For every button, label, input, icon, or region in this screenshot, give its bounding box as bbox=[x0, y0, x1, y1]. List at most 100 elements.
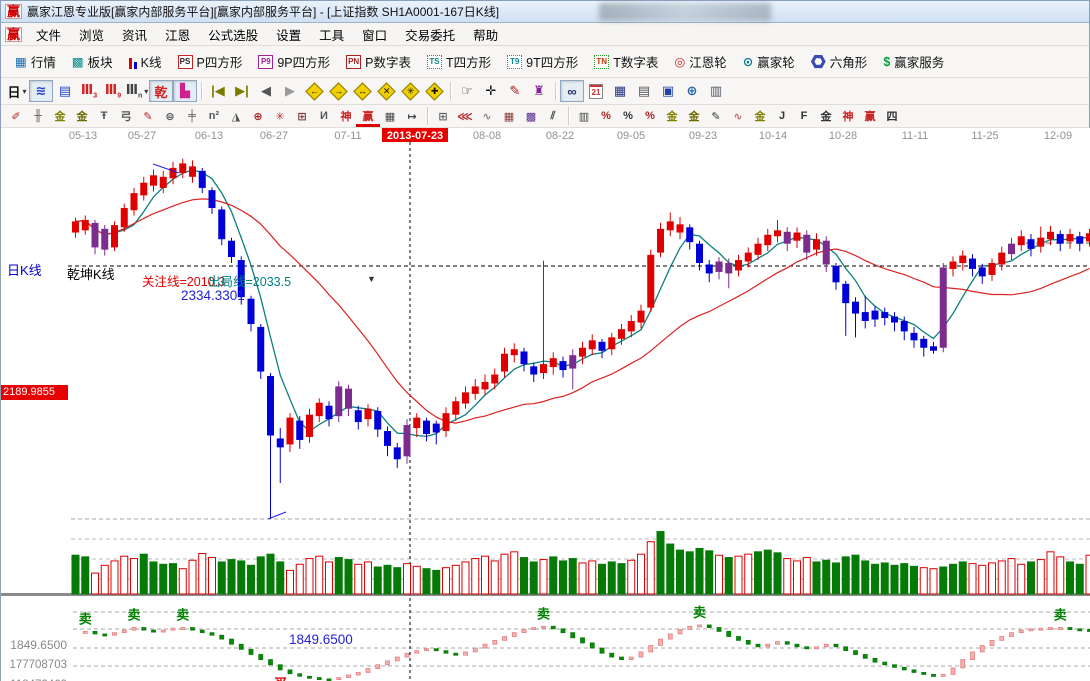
nav-btn-gann-arrow-left[interactable]: ← bbox=[302, 80, 326, 102]
draw-btn-circle-hatch[interactable]: ⊜ bbox=[159, 107, 181, 126]
nav-btn-crosshair-tool[interactable]: ✛ bbox=[479, 80, 503, 102]
nav-btn-gann-arrow-right[interactable]: → bbox=[326, 80, 350, 102]
draw-btn-grid-purple[interactable]: ▩ bbox=[520, 107, 542, 126]
market-btn-p-number[interactable]: PNP数字表 bbox=[338, 49, 419, 74]
market-btn-quotes[interactable]: ▦行情 bbox=[7, 49, 64, 74]
nav-btn-calculator[interactable]: ▦ bbox=[608, 80, 632, 102]
nav-btn-gann-plus[interactable]: ✚ bbox=[422, 80, 446, 102]
nav-btn-save[interactable]: ▣ bbox=[656, 80, 680, 102]
svg-text:10-28: 10-28 bbox=[829, 130, 857, 142]
draw-btn-measure-arrow[interactable]: ↦ bbox=[401, 107, 423, 126]
n-square-icon: n² bbox=[209, 110, 219, 122]
draw-btn-double-grid[interactable]: ╪ bbox=[181, 107, 203, 126]
menu-item-1[interactable]: 浏览 bbox=[70, 27, 113, 45]
nav-btn-gann-star[interactable]: ✳ bbox=[398, 80, 422, 102]
nav-btn-annotate-tool[interactable]: ✎ bbox=[503, 80, 527, 102]
draw-btn-gann-web[interactable]: ✳ bbox=[269, 107, 291, 126]
draw-btn-ruler-123[interactable]: ▦ bbox=[379, 107, 401, 126]
market-btn-t-square[interactable]: TST四方形 bbox=[419, 49, 499, 74]
nav-btn-print[interactable]: ▥ bbox=[704, 80, 728, 102]
draw-btn-zigzag[interactable]: ∿ bbox=[476, 107, 498, 126]
draw-btn-n-square[interactable]: n² bbox=[203, 107, 225, 126]
draw-btn-pencil-red[interactable]: ✎ bbox=[137, 107, 159, 126]
nav-btn-first-page[interactable]: |◀ bbox=[206, 80, 230, 102]
nav-btn-period-day[interactable]: 日▾ bbox=[5, 80, 29, 102]
menu-item-9[interactable]: 帮助 bbox=[464, 27, 507, 45]
draw-btn-brush-red[interactable]: ✐ bbox=[5, 107, 27, 126]
nav-btn-binoculars-search[interactable]: ∞ bbox=[560, 80, 584, 102]
draw-btn-n-mark[interactable]: И bbox=[313, 107, 335, 126]
nav-btn-vol-profile[interactable]: ▙ bbox=[173, 80, 197, 102]
draw-btn-gold-circle[interactable]: 金 bbox=[661, 107, 683, 126]
nav-btn-hand-tool[interactable]: ☞ bbox=[455, 80, 479, 102]
draw-btn-grid-red[interactable]: ▦ bbox=[498, 107, 520, 126]
menu-item-7[interactable]: 窗口 bbox=[353, 27, 396, 45]
market-btn-p-square[interactable]: PSP四方形 bbox=[170, 49, 251, 74]
draw-btn-fan-lines[interactable]: ⫽ bbox=[542, 107, 564, 126]
draw-btn-percent-line[interactable]: % bbox=[639, 107, 661, 126]
menu-item-3[interactable]: 江恩 bbox=[156, 27, 199, 45]
draw-btn-angle-tool[interactable]: ◮ bbox=[225, 107, 247, 126]
draw-btn-f-line[interactable]: F bbox=[793, 107, 815, 126]
draw-btn-gold-trend[interactable]: 金 bbox=[749, 107, 771, 126]
nav-btn-qiankun-mark[interactable]: 乾 bbox=[149, 80, 173, 102]
draw-btn-wave-tool[interactable]: ∿ bbox=[727, 107, 749, 126]
nav-btn-gann-cross[interactable]: ✕ bbox=[374, 80, 398, 102]
draw-btn-percent-strike[interactable]: % bbox=[595, 107, 617, 126]
draw-btn-gann-circle[interactable]: ⊕ bbox=[247, 107, 269, 126]
draw-btn-shen-tool[interactable]: 神 bbox=[335, 107, 357, 126]
menu-item-5[interactable]: 设置 bbox=[267, 27, 310, 45]
nav-btn-page-next[interactable]: ▶ bbox=[278, 80, 302, 102]
draw-btn-gold-level[interactable]: 金 bbox=[683, 107, 705, 126]
draw-btn-win-tool[interactable]: 赢 bbox=[357, 107, 379, 126]
nav-btn-bars-3[interactable]: Ⅲ3 bbox=[77, 80, 101, 102]
draw-btn-shen-line[interactable]: 神 bbox=[837, 107, 859, 126]
nav-btn-bars-9[interactable]: Ⅲ9 bbox=[101, 80, 125, 102]
draw-btn-percent[interactable]: % bbox=[617, 107, 639, 126]
market-btn-hexagon[interactable]: 六角形 bbox=[803, 49, 876, 74]
nav-btn-notes[interactable]: ▤ bbox=[632, 80, 656, 102]
draw-btn-gold-grid-2[interactable]: 金 bbox=[71, 107, 93, 126]
draw-btn-win-line[interactable]: 赢 bbox=[859, 107, 881, 126]
market-btn-kline[interactable]: K线 bbox=[121, 49, 170, 74]
nav-btn-last-page[interactable]: ▶| bbox=[230, 80, 254, 102]
draw-btn-gold-grid-1[interactable]: 金 bbox=[49, 107, 71, 126]
market-btn-9p-square[interactable]: P99P四方形 bbox=[250, 49, 338, 74]
nav-btn-page-prev[interactable]: ◀ bbox=[254, 80, 278, 102]
chart-area[interactable]: 05-1305-2706-1306-2707-1108-0808-2209-05… bbox=[1, 128, 1090, 681]
draw-btn-fan-red[interactable]: ⋘ bbox=[454, 107, 476, 126]
menu-item-6[interactable]: 工具 bbox=[310, 27, 353, 45]
draw-btn-spiral[interactable]: 弓 bbox=[115, 107, 137, 126]
market-btn-sectors[interactable]: ▩板块 bbox=[64, 49, 121, 74]
nav-btn-qiankun-pattern[interactable]: ≋ bbox=[29, 80, 53, 102]
nav-btn-calendar[interactable]: 21 bbox=[584, 80, 608, 102]
market-btn-winner-wheel[interactable]: ⊙赢家轮 bbox=[735, 49, 803, 74]
nav-btn-bars-n[interactable]: Ⅲn▾ bbox=[125, 80, 149, 102]
menu-item-4[interactable]: 公式选股 bbox=[199, 27, 267, 45]
nav-btn-info-doc[interactable]: ▤ bbox=[53, 80, 77, 102]
draw-btn-bars-panel[interactable]: ▥ bbox=[573, 107, 595, 126]
draw-btn-t-ruler[interactable]: Ŧ bbox=[93, 107, 115, 126]
draw-btn-box-grid[interactable]: ⊞ bbox=[432, 107, 454, 126]
nav-btn-net-update[interactable]: ⊕ bbox=[680, 80, 704, 102]
draw-btn-j-line[interactable]: J bbox=[771, 107, 793, 126]
market-btn-gann-wheel[interactable]: ◎江恩轮 bbox=[666, 49, 734, 74]
draw-btn-web-grid[interactable]: ⊞ bbox=[291, 107, 313, 126]
nav-btn-gann-arrow-both[interactable]: ↔ bbox=[350, 80, 374, 102]
menu-logo-icon: 赢 bbox=[5, 27, 22, 42]
draw-btn-si-line[interactable]: 四 bbox=[881, 107, 903, 126]
draw-btn-brush-2[interactable]: ✎ bbox=[705, 107, 727, 126]
menu-item-0[interactable]: 文件 bbox=[27, 27, 70, 45]
chart-canvas[interactable]: 05-1305-2706-1306-2707-1108-0808-2209-05… bbox=[1, 128, 1090, 681]
market-btn-9t-square[interactable]: T99T四方形 bbox=[499, 49, 586, 74]
market-btn-t-number[interactable]: TNT数字表 bbox=[586, 49, 666, 74]
menu-item-8[interactable]: 交易委托 bbox=[396, 27, 464, 45]
toolbar-drawing: ✐╫金金Ŧ弓✎⊜╪n²◮⊕✳⊞И神赢▦↦⊞⋘∿▦▩⫽▥%%%金金✎∿金JF金神赢… bbox=[1, 105, 1089, 128]
draw-btn-gold-line[interactable]: 金 bbox=[815, 107, 837, 126]
market-btn-winner-service[interactable]: $赢家服务 bbox=[875, 49, 952, 74]
menu-item-2[interactable]: 资讯 bbox=[113, 27, 156, 45]
nav-btn-gothic-tool[interactable]: ♜ bbox=[527, 80, 551, 102]
grid-red-icon: ▦ bbox=[504, 110, 514, 123]
draw-btn-grid-line[interactable]: ╫ bbox=[27, 107, 49, 126]
qiankun-mark-icon: 乾 bbox=[154, 82, 167, 101]
